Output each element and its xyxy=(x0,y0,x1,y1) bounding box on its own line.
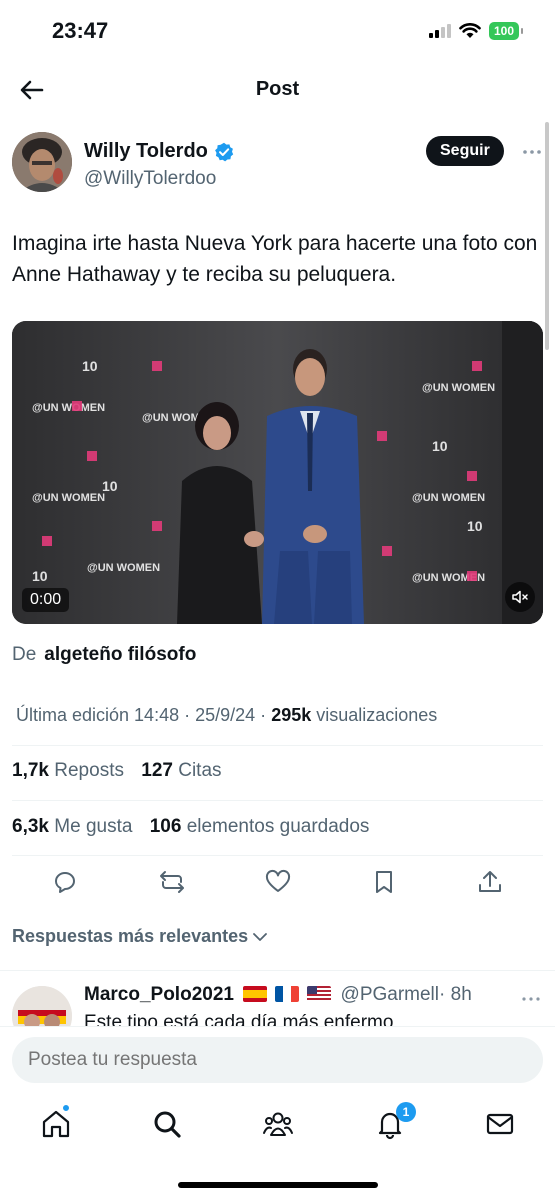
svg-text:10: 10 xyxy=(82,358,98,374)
repost-icon[interactable] xyxy=(158,868,186,896)
scrollbar-thumb[interactable] xyxy=(545,122,549,350)
bookmarks-stat[interactable]: 106 elementos guardados xyxy=(150,816,370,837)
mute-button[interactable] xyxy=(505,582,535,612)
status-icons: 100 xyxy=(428,22,524,40)
reply-item[interactable]: Marco_Polo2021 @PGarmell· 8h Este tipo e… xyxy=(0,980,555,1026)
post-author: Willy Tolerdo @WillyTolerdoo Seguir xyxy=(12,132,542,202)
notifications-badge: 1 xyxy=(396,1102,416,1122)
engagement-stats-reposts: 1,7k Reposts 127 Citas xyxy=(12,760,222,782)
svg-text:@UN WOMEN: @UN WOMEN xyxy=(422,382,495,394)
svg-text:10: 10 xyxy=(467,518,483,534)
home-icon[interactable] xyxy=(40,1108,72,1140)
views-label: visualizaciones xyxy=(316,705,438,725)
views-count: 295k xyxy=(271,705,312,725)
reply-header: Marco_Polo2021 @PGarmell· 8h xyxy=(84,984,472,1006)
reply-icon[interactable] xyxy=(51,868,79,896)
engagement-stats-likes: 6,3k Me gusta 106 elementos guardados xyxy=(12,816,369,838)
battery-indicator: 100 xyxy=(488,22,524,40)
svg-text:10: 10 xyxy=(32,568,48,584)
svg-text:10: 10 xyxy=(102,478,118,494)
search-icon[interactable] xyxy=(151,1108,183,1140)
reposts-count: 1,7k xyxy=(12,760,49,781)
divider xyxy=(12,800,543,801)
author-name-row: Willy Tolerdo xyxy=(84,140,234,163)
more-options-icon[interactable] xyxy=(520,140,544,164)
home-new-dot xyxy=(62,1104,70,1112)
likes-stat[interactable]: 6,3k Me gusta xyxy=(12,816,132,837)
status-time: 23:47 xyxy=(52,18,109,43)
quotes-stat[interactable]: 127 Citas xyxy=(141,760,221,781)
likes-label: Me gusta xyxy=(54,816,133,837)
svg-text:@UN WOMEN: @UN WOMEN xyxy=(412,492,485,504)
svg-text:@UN WOMEN: @UN WOMEN xyxy=(32,492,105,504)
meta-separator: · xyxy=(260,705,267,725)
reposts-label: Reposts xyxy=(54,760,124,781)
messages-icon[interactable] xyxy=(484,1108,516,1140)
reply-author-name[interactable]: Marco_Polo2021 xyxy=(84,984,234,1005)
share-icon[interactable] xyxy=(476,868,504,896)
post-metadata: Última edición 14:48 · 25/9/24 · 295k vi… xyxy=(16,705,437,726)
bookmarks-label: elementos guardados xyxy=(186,816,370,837)
usa-flag-icon xyxy=(307,986,332,1002)
page-title: Post xyxy=(255,78,300,100)
post-text: Imagina irte hasta Nueva York para hacer… xyxy=(12,232,538,286)
video-timestamp: 0:00 xyxy=(22,588,70,612)
reply-text: Este tipo está cada día más enfermo xyxy=(84,1012,394,1026)
cellular-signal-icon xyxy=(428,24,451,38)
edited-timestamp[interactable]: Última edición 14:48 · 25/9/24 xyxy=(16,705,255,725)
quotes-label: Citas xyxy=(178,760,222,781)
top-bar: Post xyxy=(0,64,555,116)
status-bar: 23:47 100 xyxy=(0,0,555,62)
chevron-down-icon xyxy=(253,932,268,941)
post-actions xyxy=(0,868,555,900)
france-flag-icon xyxy=(275,986,300,1002)
spain-flag-icon xyxy=(243,986,268,1002)
reply-time: · 8h xyxy=(439,984,472,1005)
svg-text:10: 10 xyxy=(432,438,448,454)
post-video[interactable]: @UN WOMEN 10 @UN WOMEN @UN WOMEN 10 10 @… xyxy=(12,321,543,624)
bookmarks-count: 106 xyxy=(149,816,182,837)
reply-composer xyxy=(0,1026,555,1096)
svg-text:@UN WOMEN: @UN WOMEN xyxy=(87,562,160,574)
reposts-stat[interactable]: 1,7k Reposts xyxy=(12,760,124,781)
video-source: De algeteño filósofo xyxy=(12,644,196,666)
reply-avatar[interactable] xyxy=(12,986,72,1026)
author-handle[interactable]: @WillyTolerdoo xyxy=(84,168,216,190)
author-name[interactable]: Willy Tolerdo xyxy=(84,140,208,163)
communities-icon[interactable] xyxy=(262,1108,294,1140)
verified-badge-icon xyxy=(215,142,234,161)
quotes-count: 127 xyxy=(141,760,173,781)
more-options-icon[interactable] xyxy=(520,988,542,1010)
like-icon[interactable] xyxy=(264,868,292,896)
divider xyxy=(0,970,555,971)
reply-author-handle[interactable]: @PGarmell xyxy=(341,984,439,1005)
author-avatar[interactable] xyxy=(12,132,72,192)
replies-sort-dropdown[interactable]: Respuestas más relevantes xyxy=(12,926,268,947)
speaker-muted-icon xyxy=(512,590,528,604)
divider xyxy=(12,855,543,856)
reply-input[interactable] xyxy=(12,1037,543,1083)
bookmark-icon[interactable] xyxy=(370,868,398,896)
replies-sort-label: Respuestas más relevantes xyxy=(12,926,249,946)
likes-count: 6,3k xyxy=(12,816,49,837)
wifi-icon xyxy=(459,23,481,38)
home-indicator[interactable] xyxy=(178,1182,378,1188)
source-prefix: De xyxy=(12,644,37,665)
source-name[interactable]: algeteño filósofo xyxy=(44,644,196,665)
divider xyxy=(12,745,543,746)
bottom-tab-bar: 1 xyxy=(0,1100,555,1160)
svg-text:@UN WOMEN: @UN WOMEN xyxy=(32,402,105,414)
follow-button[interactable]: Seguir xyxy=(426,136,504,166)
